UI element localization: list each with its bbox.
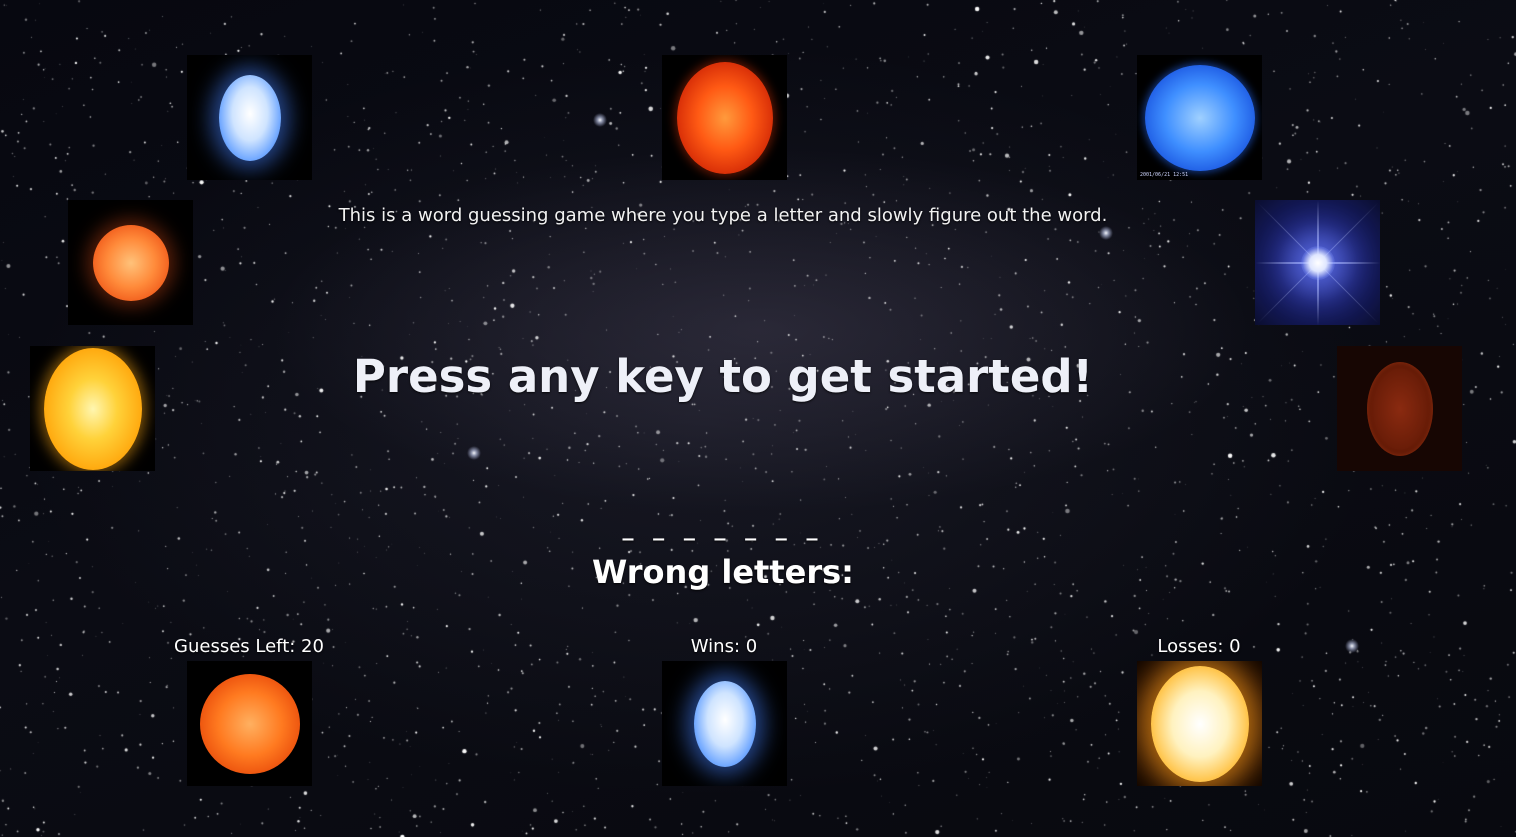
wrong-letters-label: Wrong letters: [592,553,854,591]
red-sun-icon [676,61,773,174]
image-timestamp: 2001/06/21 12:51 [1140,172,1189,178]
start-prompt: Press any key to get started! [352,350,1094,403]
guesses-left-counter: Guesses Left: 20 [174,636,324,657]
bright-sun-image [1137,661,1262,786]
flaring-sun-image [187,661,312,786]
wins-counter: Wins: 0 [690,636,758,657]
game-description: This is a word guessing game where you t… [338,205,1108,226]
flaring-sun-icon [199,673,300,774]
blue-white-star-icon [693,680,756,767]
word-blanks: _ _ _ _ _ _ _ [622,516,824,541]
blue-white-star-image [187,55,312,180]
bright-sun-icon [1150,665,1249,782]
blue-white-star-icon [218,74,281,161]
losses-counter: Losses: 0 [1157,636,1241,657]
sparkling-star-icon [1300,245,1335,280]
red-sun-image [662,55,787,180]
orange-sun-icon [92,224,169,301]
game-screen[interactable]: 2001/06/21 12:51 This is a word guessing… [0,0,1516,837]
blue-sun-image: 2001/06/21 12:51 [1137,55,1262,180]
blue-white-star-image-bottom [662,661,787,786]
blue-sun-icon [1144,64,1255,171]
